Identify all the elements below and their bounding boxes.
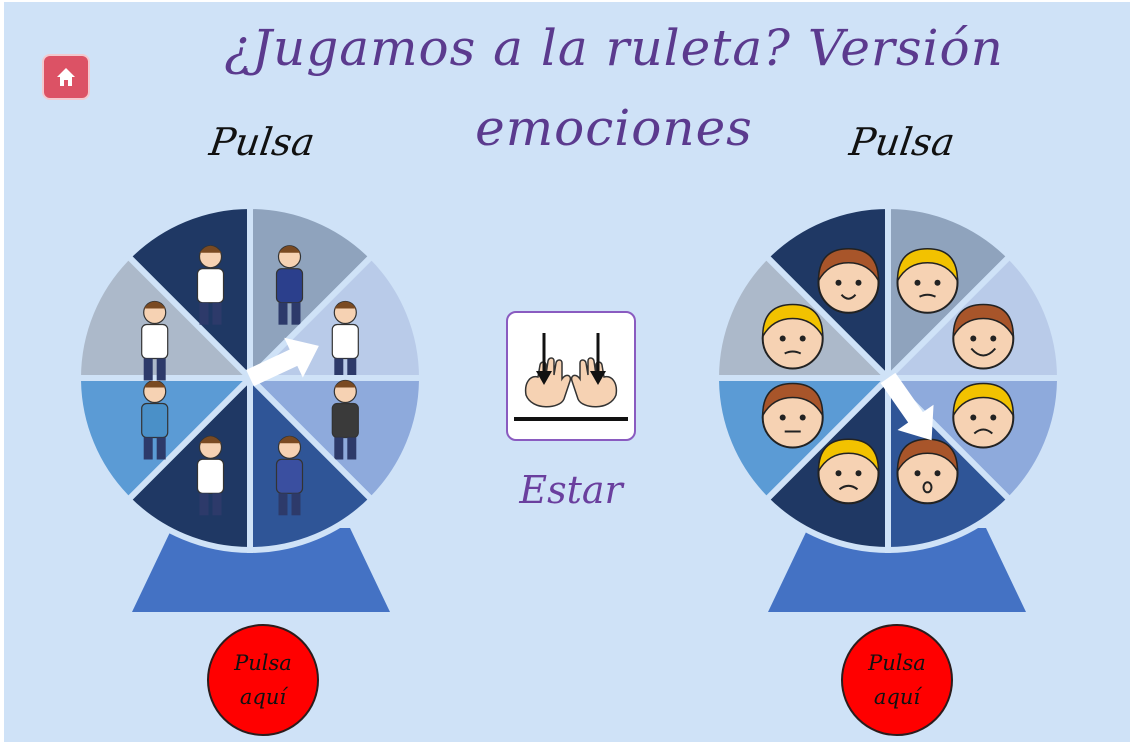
surprised-boy-icon bbox=[896, 438, 959, 505]
left-spin-label-1: Pulsa bbox=[234, 651, 292, 675]
left-instruction: Pulsa bbox=[206, 120, 318, 164]
right-instruction: Pulsa bbox=[846, 120, 958, 164]
left-roulette-wheel[interactable] bbox=[76, 203, 424, 553]
right-roulette-wheel[interactable] bbox=[714, 203, 1062, 553]
bored-boy-icon bbox=[761, 382, 824, 449]
home-button[interactable] bbox=[42, 54, 90, 100]
left-spin-label-2: aquí bbox=[239, 685, 287, 709]
angry-girl-icon bbox=[952, 382, 1015, 449]
right-spin-label-1: Pulsa bbox=[868, 651, 926, 675]
left-spin-button[interactable]: Pulsa aquí bbox=[207, 624, 319, 736]
right-spin-button[interactable]: Pulsa aquí bbox=[841, 624, 953, 736]
waiting-girl-icon bbox=[896, 247, 959, 314]
tired-girl-icon bbox=[761, 303, 824, 370]
center-pictogram-card[interactable] bbox=[506, 311, 636, 441]
center-word: Estar bbox=[519, 468, 623, 512]
right-spin-label-2: aquí bbox=[873, 685, 921, 709]
sad-girl-icon bbox=[817, 438, 880, 505]
scared-boy-icon bbox=[817, 247, 880, 314]
game-stage: ¿Jugamos a la ruleta? Versión emociones … bbox=[4, 2, 1130, 742]
estar-hands-icon bbox=[514, 333, 628, 421]
happy-boy-icon bbox=[952, 303, 1015, 370]
home-icon bbox=[57, 68, 75, 86]
